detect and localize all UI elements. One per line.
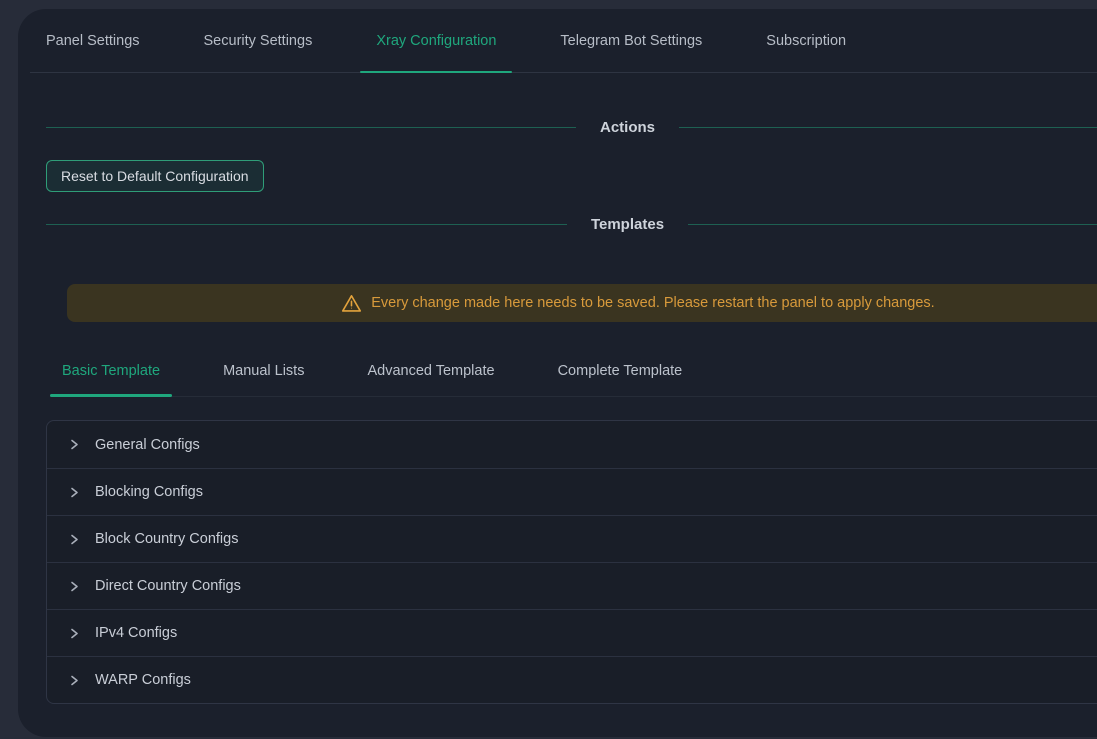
main-tab-bar: Panel Settings Security Settings Xray Co… <box>30 9 1097 73</box>
template-tab-bar: Basic Template Manual Lists Advanced Tem… <box>50 346 1097 397</box>
collapse-direct-country-configs[interactable]: Direct Country Configs <box>47 562 1097 609</box>
collapse-header-label: Blocking Configs <box>95 484 203 500</box>
reset-to-default-button[interactable]: Reset to Default Configuration <box>46 160 264 192</box>
collapse-block-country-configs[interactable]: Block Country Configs <box>47 515 1097 562</box>
tab-panel-settings[interactable]: Panel Settings <box>30 9 156 72</box>
page: Panel Settings Security Settings Xray Co… <box>0 0 1097 739</box>
restart-warning-text: Every change made here needs to be saved… <box>371 295 934 311</box>
templates-divider: Templates <box>46 202 1097 246</box>
collapse-header-label: IPv4 Configs <box>95 625 177 641</box>
collapse-header-label: General Configs <box>95 437 200 453</box>
collapse-header-label: Direct Country Configs <box>95 578 241 594</box>
warning-triangle-icon <box>341 293 362 314</box>
chevron-right-icon <box>68 486 80 499</box>
collapse-ipv4-configs[interactable]: IPv4 Configs <box>47 609 1097 656</box>
chevron-right-icon <box>68 533 80 546</box>
collapse-general-configs[interactable]: General Configs <box>47 421 1097 468</box>
restart-warning-alert: Every change made here needs to be saved… <box>67 284 1097 322</box>
config-collapse-list: General Configs Blocking Configs Block C… <box>46 420 1097 704</box>
settings-card: Panel Settings Security Settings Xray Co… <box>18 9 1097 737</box>
tab-xray-configuration[interactable]: Xray Configuration <box>360 9 512 72</box>
collapse-header-label: Block Country Configs <box>95 531 238 547</box>
tab-subscription[interactable]: Subscription <box>750 9 862 72</box>
tab-advanced-template[interactable]: Advanced Template <box>355 346 506 396</box>
actions-button-row: Reset to Default Configuration <box>46 160 1097 192</box>
actions-divider: Actions <box>46 105 1097 149</box>
tab-complete-template[interactable]: Complete Template <box>546 346 695 396</box>
templates-section-title: Templates <box>591 216 664 233</box>
chevron-right-icon <box>68 438 80 451</box>
tab-basic-template[interactable]: Basic Template <box>50 346 172 396</box>
collapse-warp-configs[interactable]: WARP Configs <box>47 656 1097 703</box>
chevron-right-icon <box>68 627 80 640</box>
tab-telegram-bot-settings[interactable]: Telegram Bot Settings <box>544 9 718 72</box>
actions-section-title: Actions <box>600 119 655 136</box>
collapse-header-label: WARP Configs <box>95 672 191 688</box>
chevron-right-icon <box>68 674 80 687</box>
chevron-right-icon <box>68 580 80 593</box>
collapse-blocking-configs[interactable]: Blocking Configs <box>47 468 1097 515</box>
tab-security-settings[interactable]: Security Settings <box>188 9 329 72</box>
tab-manual-lists[interactable]: Manual Lists <box>211 346 316 396</box>
